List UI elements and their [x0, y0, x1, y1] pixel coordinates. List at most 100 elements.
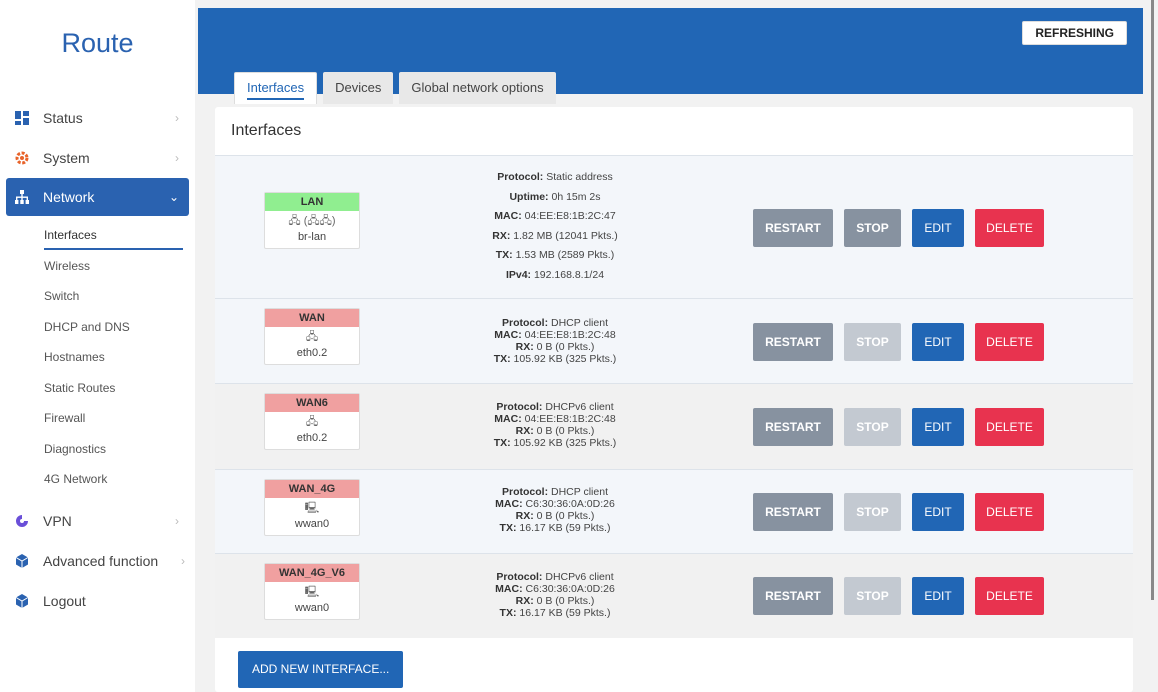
submenu-item-diagnostics[interactable]: Diagnostics	[0, 434, 195, 465]
ethernet-port-icon: 🖧 (🖧🖧)	[288, 215, 336, 227]
sidebar-item-network[interactable]: Network ⌄	[6, 178, 189, 216]
edit-button[interactable]: EDIT	[912, 493, 964, 531]
sidebar-item-advanced[interactable]: Advanced function ›	[0, 541, 195, 581]
sidebar-menu: Status › System › Network ⌄ Interfaces W…	[0, 98, 195, 621]
dashboard-icon	[15, 111, 29, 125]
row-actions: RESTART STOP EDIT DELETE	[753, 493, 1055, 531]
table-row: WAN 🖧 eth0.2 Protocol: DHCP client MAC: …	[215, 298, 1133, 383]
table-row: WAN6 🖧 eth0.2 Protocol: DHCPv6 client MA…	[215, 383, 1133, 469]
sidebar-item-system[interactable]: System ›	[0, 138, 195, 178]
network-submenu: Interfaces Wireless Switch DHCP and DNS …	[0, 216, 195, 501]
delete-button[interactable]: DELETE	[975, 577, 1044, 615]
add-new-interface-button[interactable]: ADD NEW INTERFACE...	[238, 651, 404, 688]
interface-name: WAN_4G	[265, 480, 359, 498]
cube-icon	[15, 553, 29, 568]
chevron-right-icon: ›	[181, 553, 185, 568]
interface-info: Protocol: DHCP client MAC: 04:EE:E8:1B:2…	[493, 317, 617, 365]
sidebar-item-label: Status	[43, 110, 83, 126]
interface-badge: WAN6 🖧 eth0.2	[264, 393, 360, 450]
interface-name: WAN_4G_V6	[265, 564, 359, 582]
table-row: WAN_4G_V6 🖳 wwan0 Protocol: DHCPv6 clien…	[215, 553, 1133, 638]
sidebar-item-label: System	[43, 150, 90, 166]
sidebar-item-vpn[interactable]: VPN ›	[0, 501, 195, 541]
network-icon	[15, 190, 29, 204]
edit-button[interactable]: EDIT	[912, 209, 964, 247]
tab-interfaces[interactable]: Interfaces	[234, 72, 318, 104]
stop-button[interactable]: STOP	[844, 323, 901, 361]
edit-button[interactable]: EDIT	[912, 577, 964, 615]
sidebar-item-label: Network	[43, 189, 95, 205]
stop-button[interactable]: STOP	[844, 577, 901, 615]
interfaces-panel: Interfaces LAN 🖧 (🖧🖧) br-lan Protocol: S…	[215, 107, 1133, 692]
restart-button[interactable]: RESTART	[753, 577, 833, 615]
brand-logo: Route	[61, 28, 134, 58]
stop-button[interactable]: STOP	[844, 408, 901, 446]
delete-button[interactable]: DELETE	[975, 408, 1044, 446]
submenu-item-hostnames[interactable]: Hostnames	[0, 342, 195, 373]
interfaces-table: LAN 🖧 (🖧🖧) br-lan Protocol: Static addre…	[215, 155, 1133, 638]
submenu-item-4g-network[interactable]: 4G Network	[0, 464, 195, 495]
row-actions: RESTART STOP EDIT DELETE	[753, 323, 1055, 361]
page-scrollbar[interactable]	[1151, 0, 1154, 600]
interface-device: br-lan	[297, 231, 327, 243]
delete-button[interactable]: DELETE	[975, 493, 1044, 531]
delete-button[interactable]: DELETE	[975, 209, 1044, 247]
submenu-item-static-routes[interactable]: Static Routes	[0, 373, 195, 404]
interface-device: wwan0	[294, 602, 330, 614]
interface-info: Protocol: DHCPv6 client MAC: 04:EE:E8:1B…	[493, 401, 617, 449]
submenu-item-switch[interactable]: Switch	[0, 281, 195, 312]
submenu-item-interfaces[interactable]: Interfaces	[0, 220, 195, 251]
sidebar-item-logout[interactable]: Logout	[0, 581, 195, 621]
modem-icon: 🖳	[304, 502, 320, 514]
submenu-item-firewall[interactable]: Firewall	[0, 403, 195, 434]
tab-devices[interactable]: Devices	[323, 72, 394, 104]
interface-info: Protocol: DHCPv6 client MAC: C6:30:36:0A…	[495, 571, 615, 619]
interface-device: eth0.2	[296, 347, 328, 359]
gear-icon	[15, 151, 29, 165]
sidebar-item-label: VPN	[43, 512, 72, 529]
row-actions: RESTART STOP EDIT DELETE	[753, 408, 1055, 446]
chevron-right-icon: ›	[175, 111, 179, 125]
edit-button[interactable]: EDIT	[912, 323, 964, 361]
tab-bar: Interfaces Devices Global network option…	[234, 72, 562, 104]
ethernet-port-icon: 🖧	[305, 331, 319, 343]
restart-button[interactable]: RESTART	[753, 493, 833, 531]
interface-name: WAN	[265, 309, 359, 327]
chevron-down-icon: ⌄	[168, 190, 179, 204]
delete-button[interactable]: DELETE	[975, 323, 1044, 361]
restart-button[interactable]: RESTART	[753, 323, 833, 361]
interface-name: WAN6	[265, 394, 359, 412]
restart-button[interactable]: RESTART	[753, 209, 833, 247]
tab-global-network-options[interactable]: Global network options	[399, 72, 556, 104]
row-actions: RESTART STOP EDIT DELETE	[753, 209, 1055, 247]
interface-device: eth0.2	[296, 432, 328, 444]
panel-title: Interfaces	[231, 122, 302, 139]
sidebar-item-status[interactable]: Status ›	[0, 98, 195, 138]
header-bar: REFRESHING Interfaces Devices Global net…	[198, 8, 1143, 104]
interface-info: Protocol: Static address Uptime: 0h 15m …	[492, 171, 618, 281]
submenu-item-dhcp-dns[interactable]: DHCP and DNS	[0, 312, 195, 343]
edit-button[interactable]: EDIT	[912, 408, 964, 446]
logout-icon	[15, 593, 29, 608]
stop-button[interactable]: STOP	[844, 493, 901, 531]
interface-badge: WAN 🖧 eth0.2	[264, 308, 360, 365]
stop-button[interactable]: STOP	[844, 209, 901, 247]
row-actions: RESTART STOP EDIT DELETE	[753, 577, 1055, 615]
sidebar-item-label: Logout	[43, 592, 86, 609]
vpn-icon	[15, 514, 29, 528]
interface-badge: WAN_4G 🖳 wwan0	[264, 479, 360, 536]
modem-icon: 🖳	[304, 586, 320, 598]
interface-device: wwan0	[294, 518, 330, 530]
table-row: LAN 🖧 (🖧🖧) br-lan Protocol: Static addre…	[215, 155, 1133, 298]
interface-name: LAN	[265, 193, 359, 211]
table-row: WAN_4G 🖳 wwan0 Protocol: DHCP client MAC…	[215, 469, 1133, 553]
refresh-toggle-button[interactable]: REFRESHING	[1022, 21, 1127, 45]
interface-badge: WAN_4G_V6 🖳 wwan0	[264, 563, 360, 620]
interface-badge: LAN 🖧 (🖧🖧) br-lan	[264, 192, 360, 249]
ethernet-port-icon: 🖧	[305, 416, 319, 428]
chevron-right-icon: ›	[175, 513, 179, 528]
submenu-item-wireless[interactable]: Wireless	[0, 251, 195, 282]
chevron-right-icon: ›	[175, 151, 179, 165]
restart-button[interactable]: RESTART	[753, 408, 833, 446]
sidebar: Route Status › System › Network ⌄ Interf…	[0, 0, 195, 692]
